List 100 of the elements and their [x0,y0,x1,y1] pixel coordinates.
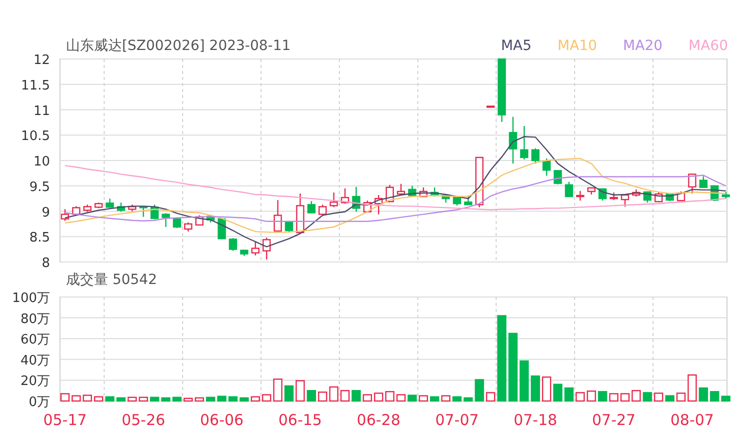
candlestick [172,217,182,228]
axis-label: 9 [42,205,50,220]
candlestick [610,192,618,200]
volume-bar [217,396,226,402]
axis-label: 07-27 [592,411,636,429]
candlestick [139,206,148,217]
candlestick [83,204,92,212]
axis-label: 8 [42,256,50,268]
axis-label: 12 [33,53,50,68]
volume-bar [598,391,608,402]
axis-label: 05-17 [43,411,87,429]
volume-bar [520,360,529,402]
candlestick [72,206,80,216]
candlestick [408,186,416,196]
axis-label: 06-06 [200,411,244,429]
candlestick [240,250,248,256]
volume-bar [306,390,316,402]
axis-label: 10 [33,154,50,170]
candlestick [564,182,574,198]
candlestick [206,214,215,222]
legend-item: MA20 [623,37,663,56]
candlestick [106,198,114,208]
candlestick [116,202,126,212]
volume-bar [430,396,440,402]
axis-label: 80万 [20,312,50,327]
candlestick [699,176,708,188]
candlestick [296,194,304,234]
volume-bar [665,395,674,402]
volume-bar [408,394,417,402]
volume-bar [508,332,518,402]
candlestick [498,58,506,122]
axis-label: 11 [33,104,50,119]
candlestick [475,156,484,208]
volume-bar [352,390,361,402]
volume-bar [642,392,652,402]
candlestick [274,200,282,232]
volume-bar [116,397,126,402]
candlestick [162,213,170,227]
candlestick [218,218,226,240]
axis-label: 40万 [20,353,50,368]
volume-bar [564,387,574,402]
candlestick [184,222,192,232]
legend-item: MA10 [558,37,598,56]
candlestick [486,106,495,108]
candlestick [620,194,630,207]
candlestick [340,188,350,204]
axis-label: 9.5 [29,180,50,195]
candlestick [520,126,528,160]
volume-bar [172,396,182,402]
candlestick [262,238,271,260]
candlestick [396,184,406,195]
axis-label: 08-07 [670,411,714,429]
candlestick [251,242,260,256]
axis-label: 07-07 [435,411,479,429]
axis-label: 05-26 [122,411,166,429]
candlestick [228,238,238,251]
volume-bar [206,396,216,402]
axis-label: 20万 [20,374,50,390]
volume-bar [452,396,462,402]
candlestick [307,201,316,214]
candlestick [452,196,462,206]
axis-label: 8.5 [29,230,50,246]
axis-label: 100万 [12,292,50,306]
candlestick [419,187,428,198]
axis-label: 07-18 [514,411,558,429]
candlestick [374,195,383,214]
legend-item: MA60 [688,37,728,56]
volume-bar [698,387,708,402]
volume-label: 成交量 50542 [66,270,157,290]
candlestick [676,191,686,202]
candlestick [508,116,518,164]
candlestick [576,190,584,201]
axis-label: 11.5 [21,78,50,94]
volume-bar [284,385,294,402]
volume-bar [150,396,160,402]
candlestick [542,158,551,176]
volume-bar [710,391,720,402]
volume-bar [240,397,249,402]
candlestick [598,188,607,201]
volume-bar [474,379,484,402]
candlestick [284,221,294,233]
volume-bar [721,396,730,402]
candlestick [722,192,730,199]
candlestick [442,194,450,203]
candlestick [318,204,327,215]
candlestick [654,192,663,202]
axis-label: 60万 [20,332,50,348]
legend-item: MA5 [500,37,532,56]
candlestick [94,202,103,208]
candlestick [587,187,596,194]
candlestick [688,174,696,194]
candlestick [330,192,338,208]
volume-bar [464,397,473,402]
candlestick [632,189,640,197]
volume-bar [228,396,238,402]
volume-bar [530,375,540,402]
candlestick [352,186,360,212]
volume-bar [105,396,114,402]
candlestick [643,191,652,203]
volume-bar [161,397,170,402]
